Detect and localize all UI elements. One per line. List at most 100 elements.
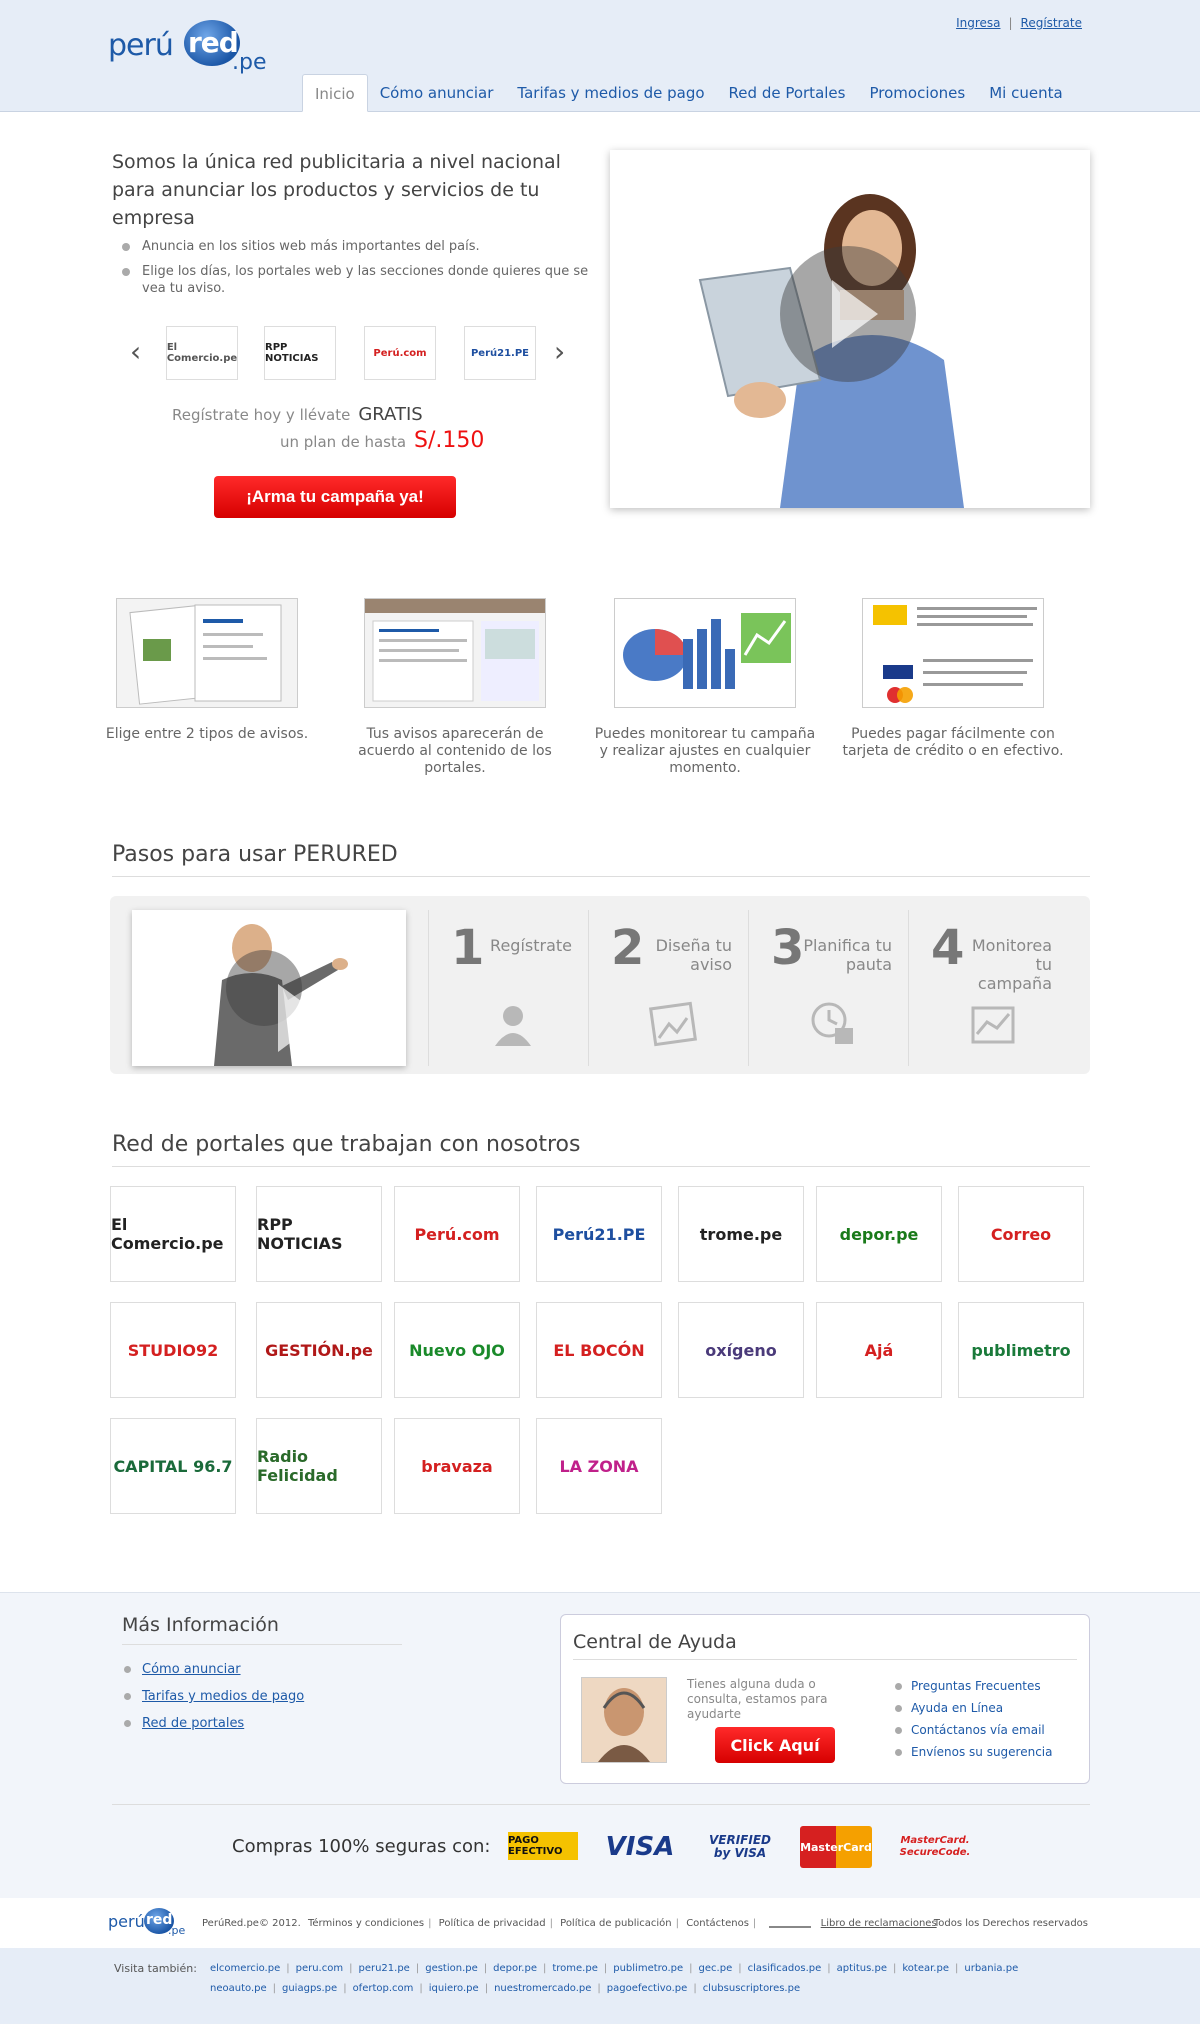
image-icon bbox=[648, 1000, 698, 1048]
portal-logo[interactable]: Radio Felicidad bbox=[256, 1418, 382, 1514]
mastercard-securecode-logo: MasterCard. SecureCode. bbox=[899, 1835, 971, 1858]
feature-monitorear: Puedes monitorear tu campaña y realizar … bbox=[590, 598, 820, 777]
register-link[interactable]: Regístrate bbox=[1021, 16, 1082, 30]
link-online-help[interactable]: Ayuda en Línea bbox=[911, 1701, 1003, 1715]
play-icon[interactable] bbox=[780, 246, 916, 382]
steps-video[interactable] bbox=[132, 910, 406, 1066]
visit-link[interactable]: ofertop.com bbox=[353, 1983, 414, 1994]
play-icon[interactable] bbox=[226, 950, 324, 1052]
link-terminos[interactable]: Términos y condiciones bbox=[308, 1918, 424, 1929]
portal-logo[interactable]: Correo bbox=[958, 1186, 1084, 1282]
tab-promociones[interactable]: Promociones bbox=[857, 74, 977, 112]
carousel-logo-elcomercio[interactable]: El Comercio.pe bbox=[166, 326, 238, 380]
visit-link[interactable]: urbania.pe bbox=[964, 1963, 1018, 1974]
visit-link[interactable]: peru.com bbox=[296, 1963, 344, 1974]
promo-text-2: un plan de hasta S/.150 bbox=[280, 428, 485, 453]
arma-campana-button[interactable]: ¡Arma tu campaña ya! bbox=[214, 476, 456, 518]
visit-link[interactable]: clasificados.pe bbox=[748, 1963, 822, 1974]
site-header: perú red .pe Ingresa | Regístrate Inicio C… bbox=[0, 0, 1200, 112]
portal-logo[interactable]: STUDIO92 bbox=[110, 1302, 236, 1398]
help-center-box: Central de Ayuda Tienes alguna duda o co… bbox=[560, 1614, 1090, 1784]
list-item: Anuncia en los sitios web más importante… bbox=[122, 238, 602, 255]
pagoefectivo-logo: PAGO EFECTIVO bbox=[508, 1832, 578, 1860]
carousel-logo-rpp[interactable]: RPP NOTICIAS bbox=[264, 326, 336, 380]
portal-logo[interactable]: GESTIÓN.pe bbox=[256, 1302, 382, 1398]
portal-logo[interactable]: bravaza bbox=[394, 1418, 520, 1514]
visit-also-bar: Visita también: elcomercio.pe | peru.com | p… bbox=[0, 1948, 1200, 2024]
step-3: 3 Planifica tu pauta bbox=[748, 910, 908, 1066]
portal-logo[interactable]: CAPITAL 96.7 bbox=[110, 1418, 236, 1514]
visit-link[interactable]: pagoefectivo.pe bbox=[607, 1983, 688, 1994]
portal-logo[interactable]: Nuevo OJO bbox=[394, 1302, 520, 1398]
tab-como-anunciar[interactable]: Cómo anunciar bbox=[368, 74, 506, 112]
calendar-clock-icon bbox=[809, 1000, 857, 1048]
visit-link[interactable]: gestion.pe bbox=[425, 1963, 478, 1974]
portal-logo[interactable]: Ajá bbox=[816, 1302, 942, 1398]
chevron-left-icon[interactable]: ‹ bbox=[130, 338, 141, 366]
portal-logo[interactable]: publimetro bbox=[958, 1302, 1084, 1398]
divider bbox=[112, 876, 1090, 877]
portal-logo[interactable]: trome.pe bbox=[678, 1186, 804, 1282]
secure-payments-label: Compras 100% seguras con: bbox=[232, 1836, 491, 1857]
link-como-anunciar[interactable]: Cómo anunciar bbox=[142, 1662, 241, 1677]
portal-logo[interactable]: El Comercio.pe bbox=[110, 1186, 236, 1282]
visit-link[interactable]: nuestromercado.pe bbox=[494, 1983, 591, 1994]
link-tarifas[interactable]: Tarifas y medios de pago bbox=[142, 1689, 304, 1704]
link-red-portales[interactable]: Red de portales bbox=[142, 1716, 244, 1731]
mastercard-logo: MasterCard bbox=[800, 1826, 872, 1868]
click-aqui-button[interactable]: Click Aquí bbox=[715, 1727, 835, 1763]
visit-link[interactable]: neoauto.pe bbox=[210, 1983, 267, 1994]
chart-icon bbox=[614, 598, 796, 708]
visit-link[interactable]: trome.pe bbox=[552, 1963, 598, 1974]
tab-mi-cuenta[interactable]: Mi cuenta bbox=[977, 74, 1074, 112]
link-privacidad[interactable]: Política de privacidad bbox=[439, 1918, 546, 1929]
hero-bullets: Anuncia en los sitios web más importante… bbox=[122, 238, 602, 305]
tab-red-portales[interactable]: Red de Portales bbox=[717, 74, 858, 112]
list-item: Tarifas y medios de pago bbox=[124, 1689, 304, 1705]
portal-logo[interactable]: RPP NOTICIAS bbox=[256, 1186, 382, 1282]
portal-logo[interactable]: depor.pe bbox=[816, 1186, 942, 1282]
link-contactenos[interactable]: Contáctenos bbox=[686, 1918, 749, 1929]
portal-logo[interactable]: oxígeno bbox=[678, 1302, 804, 1398]
tab-tarifas[interactable]: Tarifas y medios de pago bbox=[505, 74, 716, 112]
visit-link[interactable]: peru21.pe bbox=[358, 1963, 409, 1974]
visit-label: Visita también: bbox=[114, 1962, 197, 1975]
payment-image bbox=[862, 598, 1044, 708]
visit-link[interactable]: iquiero.pe bbox=[429, 1983, 479, 1994]
link-contact-email[interactable]: Contáctanos vía email bbox=[911, 1723, 1045, 1737]
hero-video[interactable] bbox=[610, 150, 1090, 508]
carousel-logo-peru[interactable]: Perú.com bbox=[364, 326, 436, 380]
visit-link[interactable]: clubsuscriptores.pe bbox=[703, 1983, 800, 1994]
more-info-title: Más Información bbox=[122, 1614, 279, 1636]
portal-logo[interactable]: Perú21.PE bbox=[536, 1186, 662, 1282]
account-links: Ingresa | Regístrate bbox=[956, 16, 1082, 30]
list-item: Preguntas Frecuentes bbox=[895, 1679, 1053, 1694]
visit-link[interactable]: kotear.pe bbox=[902, 1963, 949, 1974]
support-agent-photo bbox=[581, 1677, 667, 1763]
portal-logo[interactable]: LA ZONA bbox=[536, 1418, 662, 1514]
visit-link[interactable]: depor.pe bbox=[493, 1963, 537, 1974]
visit-link[interactable]: publimetro.pe bbox=[613, 1963, 683, 1974]
link-libro-reclamaciones[interactable]: Libro de reclamaciones bbox=[821, 1918, 937, 1929]
perured-footer-logo[interactable]: perú red .pe bbox=[108, 1906, 188, 1940]
link-faq[interactable]: Preguntas Frecuentes bbox=[911, 1679, 1041, 1693]
carousel-logo-peru21[interactable]: Perú21.PE bbox=[464, 326, 536, 380]
visit-link[interactable]: gec.pe bbox=[699, 1963, 733, 1974]
portal-logo[interactable]: EL BOCÓN bbox=[536, 1302, 662, 1398]
visit-link[interactable]: guiagps.pe bbox=[282, 1983, 337, 1994]
main-nav: Inicio Cómo anunciar Tarifas y medios de… bbox=[302, 74, 1075, 112]
list-item: Envíenos su sugerencia bbox=[895, 1745, 1053, 1760]
visit-link[interactable]: aptitus.pe bbox=[837, 1963, 887, 1974]
feature-contenido: Tus avisos aparecerán de acuerdo al cont… bbox=[340, 598, 570, 777]
divider bbox=[573, 1659, 1077, 1660]
link-suggestion[interactable]: Envíenos su sugerencia bbox=[911, 1745, 1053, 1759]
step-2: 2 Diseña tu aviso bbox=[588, 910, 748, 1066]
tab-inicio[interactable]: Inicio bbox=[302, 74, 368, 112]
portal-logo[interactable]: Perú.com bbox=[394, 1186, 520, 1282]
chevron-right-icon[interactable]: › bbox=[554, 338, 565, 366]
perured-logo[interactable]: perú red .pe bbox=[108, 14, 268, 78]
visit-link[interactable]: elcomercio.pe bbox=[210, 1963, 280, 1974]
help-center-title: Central de Ayuda bbox=[573, 1631, 737, 1653]
login-link[interactable]: Ingresa bbox=[956, 16, 1000, 30]
link-publicacion[interactable]: Política de publicación bbox=[560, 1918, 671, 1929]
